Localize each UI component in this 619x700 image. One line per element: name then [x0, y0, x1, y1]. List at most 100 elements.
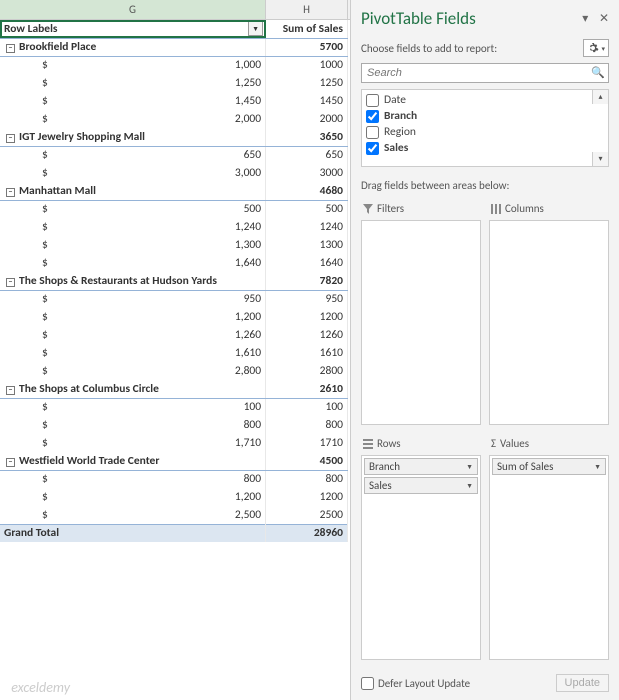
- item-label[interactable]: $1,200: [0, 308, 266, 326]
- row-labels-text: Row Labels: [4, 22, 58, 36]
- collapse-icon[interactable]: −: [6, 188, 15, 197]
- item-label[interactable]: $1,300: [0, 236, 266, 254]
- choose-fields-label: Choose fields to add to report:: [361, 42, 497, 55]
- collapse-icon[interactable]: −: [6, 134, 15, 143]
- defer-layout-checkbox[interactable]: Defer Layout Update: [361, 677, 470, 690]
- item-label[interactable]: $100: [0, 398, 266, 416]
- item-label[interactable]: $800: [0, 470, 266, 488]
- item-label[interactable]: $2,000: [0, 110, 266, 128]
- field-item[interactable]: Sales: [362, 140, 608, 156]
- field-checkbox[interactable]: [366, 110, 379, 123]
- area-pill[interactable]: Sales▼: [364, 477, 478, 494]
- filter-dropdown-icon[interactable]: ▼: [248, 21, 263, 36]
- chevron-down-icon[interactable]: ▼: [466, 462, 473, 471]
- watermark: exceldemy: [11, 679, 70, 696]
- sum-sales-header[interactable]: Sum of Sales: [266, 20, 348, 38]
- collapse-icon[interactable]: −: [6, 386, 15, 395]
- item-label[interactable]: $1,250: [0, 74, 266, 92]
- group-total: 3650: [266, 128, 348, 146]
- item-value: 1000: [266, 56, 348, 74]
- group-total: 4500: [266, 452, 348, 470]
- area-pill[interactable]: Branch▼: [364, 458, 478, 475]
- filters-area[interactable]: Filters: [361, 198, 481, 425]
- item-value: 1200: [266, 308, 348, 326]
- group-total: 5700: [266, 38, 348, 56]
- scroll-up-icon[interactable]: ▴: [592, 90, 608, 104]
- rows-area[interactable]: Rows Branch▼Sales▼: [361, 433, 481, 660]
- item-value: 1260: [266, 326, 348, 344]
- pane-menu-icon[interactable]: ▾: [582, 12, 588, 26]
- item-label[interactable]: $650: [0, 146, 266, 164]
- item-label[interactable]: $950: [0, 290, 266, 308]
- columns-area[interactable]: Columns: [489, 198, 609, 425]
- item-label[interactable]: $1,610: [0, 344, 266, 362]
- item-value: 2500: [266, 506, 348, 524]
- item-value: 1240: [266, 218, 348, 236]
- values-area[interactable]: ΣValues Sum of Sales▼: [489, 433, 609, 660]
- item-value: 800: [266, 416, 348, 434]
- item-label[interactable]: $1,200: [0, 488, 266, 506]
- item-label[interactable]: $3,000: [0, 164, 266, 182]
- collapse-icon[interactable]: −: [6, 44, 15, 53]
- col-header-h[interactable]: H: [266, 0, 348, 19]
- item-label[interactable]: $1,260: [0, 326, 266, 344]
- item-label[interactable]: $800: [0, 416, 266, 434]
- column-headers: G H: [0, 0, 350, 20]
- item-value: 2000: [266, 110, 348, 128]
- item-value: 100: [266, 398, 348, 416]
- group-row[interactable]: −Westfield World Trade Center: [0, 452, 266, 470]
- item-value: 1300: [266, 236, 348, 254]
- item-value: 650: [266, 146, 348, 164]
- item-label[interactable]: $1,640: [0, 254, 266, 272]
- item-value: 950: [266, 290, 348, 308]
- item-value: 3000: [266, 164, 348, 182]
- group-row[interactable]: −The Shops at Columbus Circle: [0, 380, 266, 398]
- field-list: ▴ DateBranchRegionSales ▾: [361, 89, 609, 167]
- close-icon[interactable]: ✕: [599, 12, 609, 26]
- item-label[interactable]: $1,000: [0, 56, 266, 74]
- field-checkbox[interactable]: [366, 126, 379, 139]
- rows-icon: [363, 439, 373, 449]
- search-icon: 🔍: [591, 66, 605, 79]
- pivottable-fields-pane: PivotTable Fields ▾ ✕ Choose fields to a…: [350, 0, 619, 700]
- item-label[interactable]: $2,500: [0, 506, 266, 524]
- item-label[interactable]: $2,800: [0, 362, 266, 380]
- group-row[interactable]: −Manhattan Mall: [0, 182, 266, 200]
- field-item[interactable]: Branch: [362, 108, 608, 124]
- search-input[interactable]: [361, 63, 609, 83]
- update-button[interactable]: Update: [556, 674, 609, 692]
- drag-fields-label: Drag fields between areas below:: [361, 179, 609, 192]
- pane-title: PivotTable Fields: [361, 8, 476, 29]
- scroll-down-icon[interactable]: ▾: [592, 152, 608, 166]
- item-label[interactable]: $1,240: [0, 218, 266, 236]
- field-checkbox[interactable]: [366, 94, 379, 107]
- group-row[interactable]: −The Shops & Restaurants at Hudson Yards: [0, 272, 266, 290]
- group-total: 7820: [266, 272, 348, 290]
- item-value: 2800: [266, 362, 348, 380]
- columns-icon: [491, 204, 501, 214]
- group-row[interactable]: −IGT Jewelry Shopping Mall: [0, 128, 266, 146]
- area-pill[interactable]: Sum of Sales▼: [492, 458, 606, 475]
- field-item[interactable]: Region: [362, 124, 608, 140]
- item-value: 1640: [266, 254, 348, 272]
- pivot-table: Row Labels ▼ Sum of Sales −Brookfield Pl…: [0, 20, 348, 542]
- group-total: 4680: [266, 182, 348, 200]
- item-value: 1450: [266, 92, 348, 110]
- group-row[interactable]: −Brookfield Place: [0, 38, 266, 56]
- chevron-down-icon[interactable]: ▼: [594, 462, 601, 471]
- group-total: 2610: [266, 380, 348, 398]
- collapse-icon[interactable]: −: [6, 278, 15, 287]
- col-header-g[interactable]: G: [0, 0, 266, 19]
- gear-icon: [587, 42, 599, 54]
- gear-button[interactable]: ▾: [583, 39, 609, 57]
- item-label[interactable]: $1,710: [0, 434, 266, 452]
- item-label[interactable]: $500: [0, 200, 266, 218]
- item-value: 800: [266, 470, 348, 488]
- row-labels-header[interactable]: Row Labels ▼: [0, 20, 266, 38]
- item-label[interactable]: $1,450: [0, 92, 266, 110]
- field-checkbox[interactable]: [366, 142, 379, 155]
- chevron-down-icon[interactable]: ▼: [466, 481, 473, 490]
- collapse-icon[interactable]: −: [6, 458, 15, 467]
- spreadsheet-area: G H Row Labels ▼ Sum of Sales −Brookfiel…: [0, 0, 350, 700]
- field-item[interactable]: Date: [362, 92, 608, 108]
